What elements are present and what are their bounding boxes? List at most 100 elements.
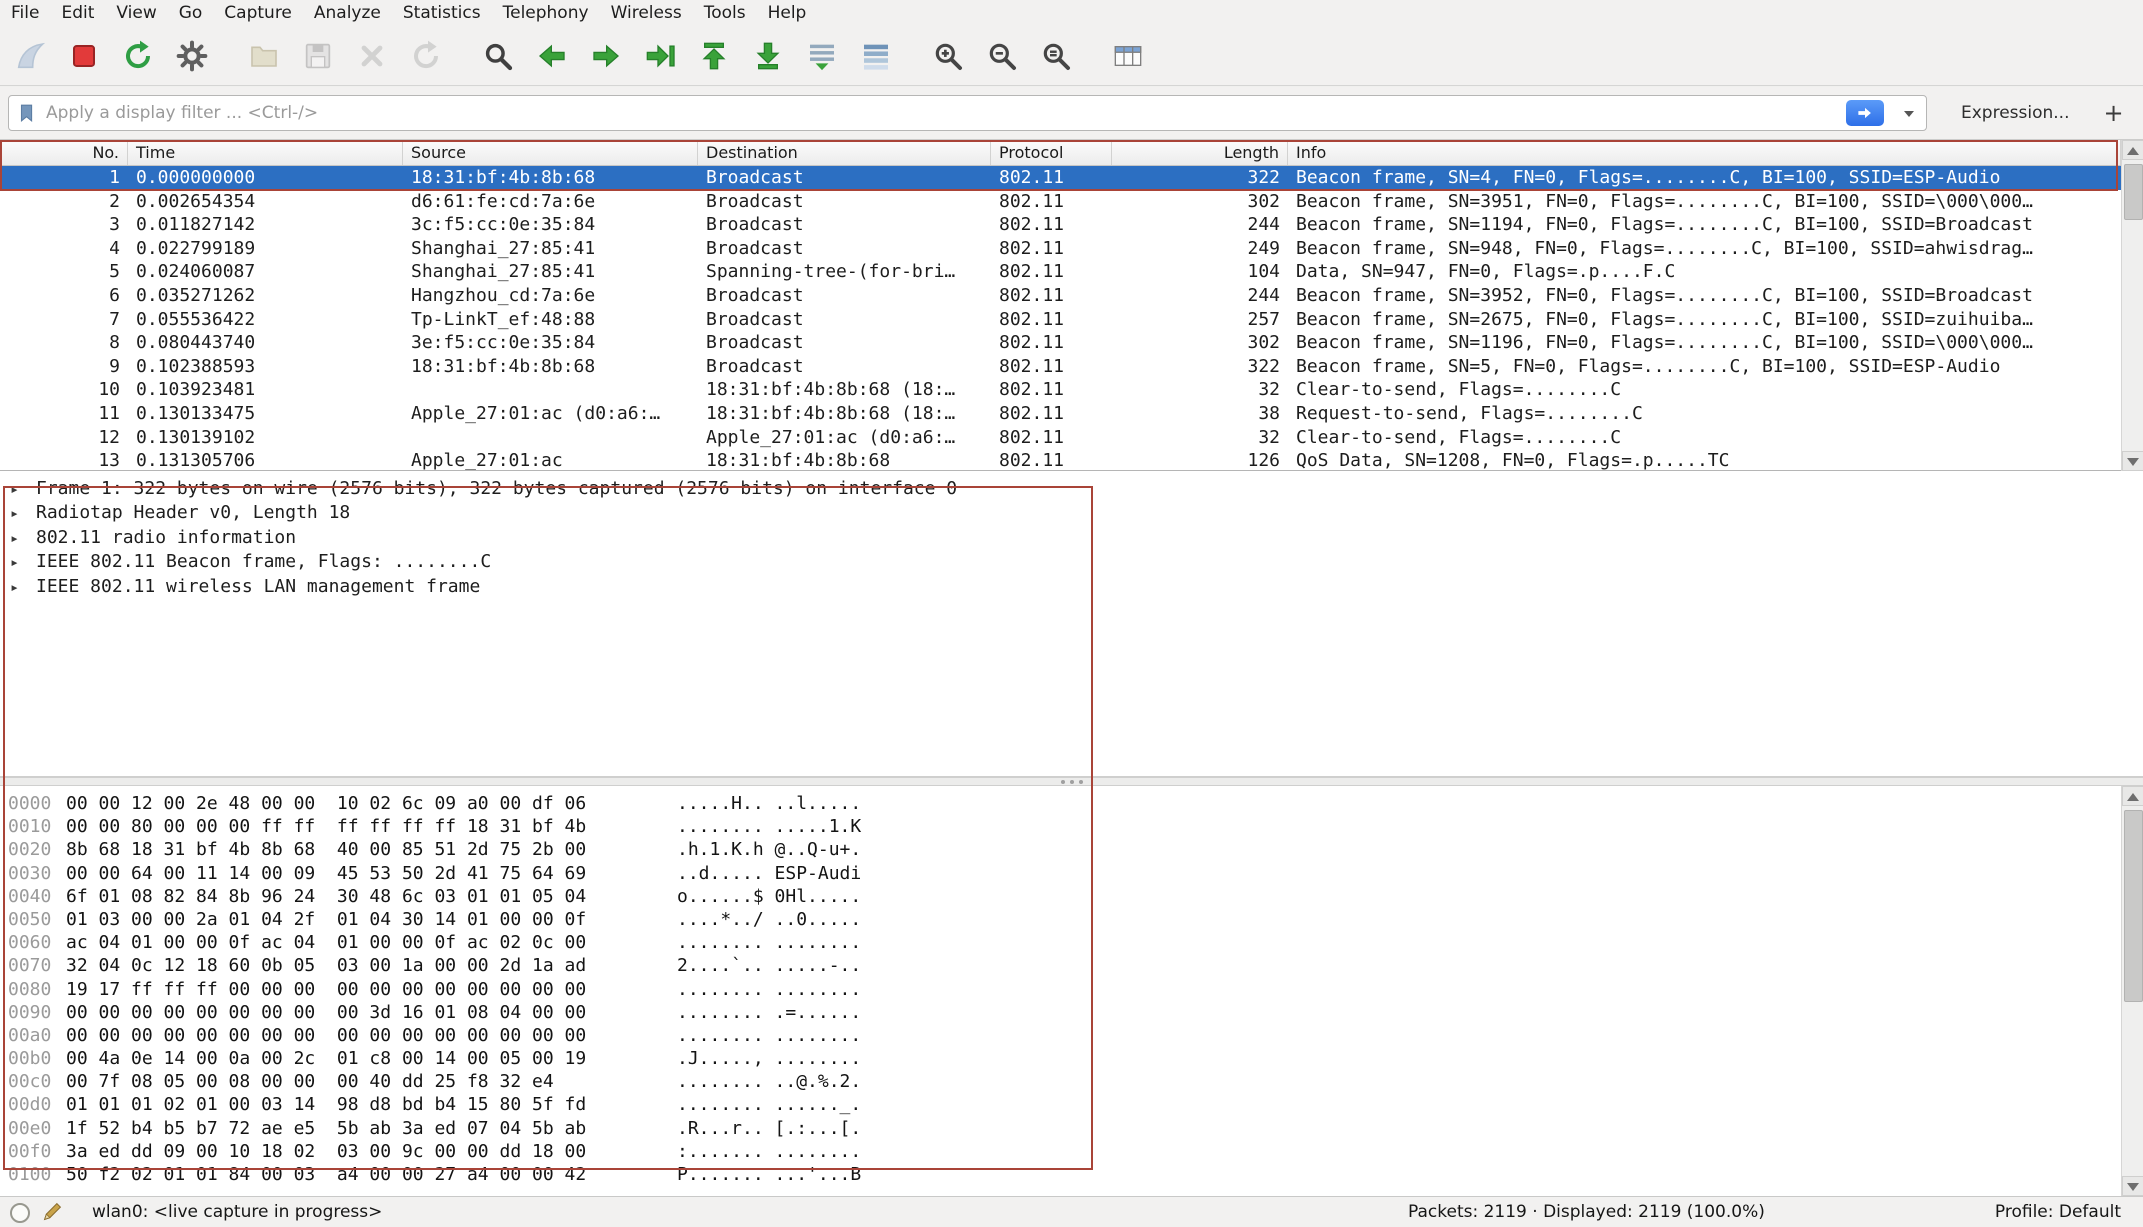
hex-bytes[interactable]: 00 4a 0e 14 00 0a 00 2c 01 c8 00 14 00 0…	[66, 1047, 586, 1070]
packet-row-5[interactable]: 50.024060087Shanghai_27:85:41Spanning-tr…	[0, 260, 2121, 284]
hex-ascii[interactable]: ....*../ ..0.....	[677, 908, 861, 931]
packet-row-8[interactable]: 80.0804437403e:f5:cc:0e:35:84Broadcast80…	[0, 331, 2121, 355]
restart-capture-icon[interactable]	[118, 34, 158, 78]
scroll-down-icon[interactable]	[2122, 1176, 2143, 1196]
column-header-source[interactable]: Source	[403, 140, 698, 165]
go-back-icon[interactable]	[532, 34, 572, 78]
hex-ascii[interactable]: ........ ........	[677, 1024, 861, 1047]
hex-ascii[interactable]: ..d..... ESP-Audi	[677, 862, 861, 885]
hex-row-00b0[interactable]: 00b000 4a 0e 14 00 0a 00 2c 01 c8 00 14 …	[0, 1047, 2121, 1070]
menu-item-file[interactable]: File	[0, 1, 50, 25]
hex-ascii[interactable]: ........ ..@.%.2.	[677, 1070, 861, 1093]
column-header-info[interactable]: Info	[1288, 140, 2121, 165]
expression-button[interactable]: Expression...	[1953, 99, 2078, 127]
detail-tree-row[interactable]: ▸IEEE 802.11 wireless LAN management fra…	[0, 575, 2143, 599]
hex-bytes[interactable]: 00 00 80 00 00 00 ff ff ff ff ff ff 18 3…	[66, 815, 586, 838]
menu-item-help[interactable]: Help	[757, 1, 818, 25]
menu-item-go[interactable]: Go	[168, 1, 214, 25]
go-first-packet-icon[interactable]	[694, 34, 734, 78]
hex-ascii[interactable]: o......$ 0Hl.....	[677, 885, 861, 908]
hex-ascii[interactable]: P....... ...'...B	[677, 1163, 861, 1186]
expand-arrow-icon[interactable]: ▸	[10, 527, 36, 550]
hex-row-0050[interactable]: 005001 03 00 00 2a 01 04 2f 01 04 30 14 …	[0, 908, 2121, 931]
go-to-packet-icon[interactable]	[640, 34, 680, 78]
hex-ascii[interactable]: ........ .=......	[677, 1001, 861, 1024]
hex-row-0100[interactable]: 010050 f2 02 01 01 84 00 03 a4 00 00 27 …	[0, 1163, 2121, 1186]
hex-bytes[interactable]: 3a ed dd 09 00 10 18 02 03 00 9c 00 00 d…	[66, 1140, 586, 1163]
scroll-up-icon[interactable]	[2122, 786, 2143, 806]
detail-tree-row[interactable]: ▸Frame 1: 322 bytes on wire (2576 bits),…	[0, 477, 2143, 501]
column-header-length[interactable]: Length	[1112, 140, 1288, 165]
packet-list-scrollbar[interactable]	[2121, 140, 2143, 471]
packet-row-13[interactable]: 130.131305706Apple_27:01:ac18:31:bf:4b:8…	[0, 449, 2121, 471]
hex-ascii[interactable]: ........ ......_.	[677, 1093, 861, 1116]
hex-bytes[interactable]: 00 00 64 00 11 14 00 09 45 53 50 2d 41 7…	[66, 862, 586, 885]
hex-bytes[interactable]: 00 00 00 00 00 00 00 00 00 3d 16 01 08 0…	[66, 1001, 586, 1024]
hex-row-0070[interactable]: 007032 04 0c 12 18 60 0b 05 03 00 1a 00 …	[0, 954, 2121, 977]
hex-row-0040[interactable]: 00406f 01 08 82 84 8b 96 24 30 48 6c 03 …	[0, 885, 2121, 908]
hex-ascii[interactable]: .h.1.K.h @..Q-u+.	[677, 838, 861, 861]
hex-pane-scrollbar[interactable]	[2121, 786, 2143, 1196]
hex-bytes[interactable]: ac 04 01 00 00 0f ac 04 01 00 00 0f ac 0…	[66, 931, 586, 954]
expand-arrow-icon[interactable]: ▸	[10, 576, 36, 599]
hex-row-0010[interactable]: 001000 00 80 00 00 00 ff ff ff ff ff ff …	[0, 815, 2121, 838]
hex-row-0020[interactable]: 00208b 68 18 31 bf 4b 8b 68 40 00 85 51 …	[0, 838, 2121, 861]
scrollbar-thumb[interactable]	[2124, 164, 2143, 220]
hex-row-00c0[interactable]: 00c000 7f 08 05 00 08 00 00 00 40 dd 25 …	[0, 1070, 2121, 1093]
detail-tree-row[interactable]: ▸802.11 radio information	[0, 526, 2143, 550]
expand-arrow-icon[interactable]: ▸	[10, 478, 36, 501]
expert-info-icon[interactable]	[10, 1203, 30, 1223]
capture-comment-icon[interactable]	[42, 1201, 63, 1222]
hex-ascii[interactable]: 2....`.. .....-..	[677, 954, 861, 977]
add-filter-button[interactable]: +	[2092, 99, 2136, 127]
packet-row-1[interactable]: 10.00000000018:31:bf:4b:8b:68Broadcast80…	[0, 166, 2121, 190]
expand-arrow-icon[interactable]: ▸	[10, 551, 36, 574]
packet-row-6[interactable]: 60.035271262Hangzhou_cd:7a:6eBroadcast80…	[0, 284, 2121, 308]
hex-bytes[interactable]: 8b 68 18 31 bf 4b 8b 68 40 00 85 51 2d 7…	[66, 838, 586, 861]
go-last-packet-icon[interactable]	[748, 34, 788, 78]
hex-bytes[interactable]: 00 7f 08 05 00 08 00 00 00 40 dd 25 f8 3…	[66, 1070, 554, 1093]
filter-bookmark-icon[interactable]	[16, 102, 38, 124]
detail-tree-row[interactable]: ▸IEEE 802.11 Beacon frame, Flags: ......…	[0, 550, 2143, 574]
detail-tree-row[interactable]: ▸Radiotap Header v0, Length 18	[0, 501, 2143, 525]
hex-row-0060[interactable]: 0060ac 04 01 00 00 0f ac 04 01 00 00 0f …	[0, 931, 2121, 954]
go-forward-icon[interactable]	[586, 34, 626, 78]
display-filter-field[interactable]	[8, 95, 1927, 131]
menu-item-statistics[interactable]: Statistics	[392, 1, 492, 25]
hex-bytes[interactable]: 01 01 01 02 01 00 03 14 98 d8 bd b4 15 8…	[66, 1093, 586, 1116]
auto-scroll-icon[interactable]	[802, 34, 842, 78]
hex-bytes[interactable]: 6f 01 08 82 84 8b 96 24 30 48 6c 03 01 0…	[66, 885, 586, 908]
hex-row-0030[interactable]: 003000 00 64 00 11 14 00 09 45 53 50 2d …	[0, 862, 2121, 885]
column-header-protocol[interactable]: Protocol	[991, 140, 1112, 165]
hex-row-0000[interactable]: 000000 00 12 00 2e 48 00 00 10 02 6c 09 …	[0, 792, 2121, 815]
capture-options-icon[interactable]	[172, 34, 212, 78]
menu-item-view[interactable]: View	[105, 1, 167, 25]
expand-arrow-icon[interactable]: ▸	[10, 502, 36, 525]
packet-row-11[interactable]: 110.130133475Apple_27:01:ac (d0:a6:…18:3…	[0, 402, 2121, 426]
packet-row-7[interactable]: 70.055536422Tp-LinkT_ef:48:88Broadcast80…	[0, 308, 2121, 332]
profile-text[interactable]: Profile: Default	[1995, 1197, 2121, 1227]
hex-ascii[interactable]: .R...r.. [.:...[.	[677, 1117, 861, 1140]
hex-ascii[interactable]: ........ ........	[677, 931, 861, 954]
scrollbar-thumb[interactable]	[2124, 810, 2143, 1002]
column-header-no[interactable]: No.	[0, 140, 128, 165]
menu-item-wireless[interactable]: Wireless	[600, 1, 693, 25]
menu-item-tools[interactable]: Tools	[693, 1, 757, 25]
hex-ascii[interactable]: :....... ........	[677, 1140, 861, 1163]
filter-history-dropdown-icon[interactable]	[1904, 111, 1914, 117]
menu-item-edit[interactable]: Edit	[50, 1, 105, 25]
packet-row-2[interactable]: 20.002654354d6:61:fe:cd:7a:6eBroadcast80…	[0, 190, 2121, 214]
hex-bytes[interactable]: 00 00 00 00 00 00 00 00 00 00 00 00 00 0…	[66, 1024, 586, 1047]
scroll-up-icon[interactable]	[2122, 140, 2143, 160]
colorize-icon[interactable]	[856, 34, 896, 78]
packet-row-3[interactable]: 30.0118271423c:f5:cc:0e:35:84Broadcast80…	[0, 213, 2121, 237]
packet-row-4[interactable]: 40.022799189Shanghai_27:85:41Broadcast80…	[0, 237, 2121, 261]
hex-row-00a0[interactable]: 00a000 00 00 00 00 00 00 00 00 00 00 00 …	[0, 1024, 2121, 1047]
hex-bytes[interactable]: 32 04 0c 12 18 60 0b 05 03 00 1a 00 00 2…	[66, 954, 586, 977]
hex-bytes[interactable]: 01 03 00 00 2a 01 04 2f 01 04 30 14 01 0…	[66, 908, 586, 931]
hex-ascii[interactable]: ........ ........	[677, 978, 861, 1001]
zoom-out-icon[interactable]	[982, 34, 1022, 78]
resize-columns-icon[interactable]	[1108, 34, 1148, 78]
find-packet-icon[interactable]	[478, 34, 518, 78]
stop-capture-icon[interactable]	[64, 34, 104, 78]
